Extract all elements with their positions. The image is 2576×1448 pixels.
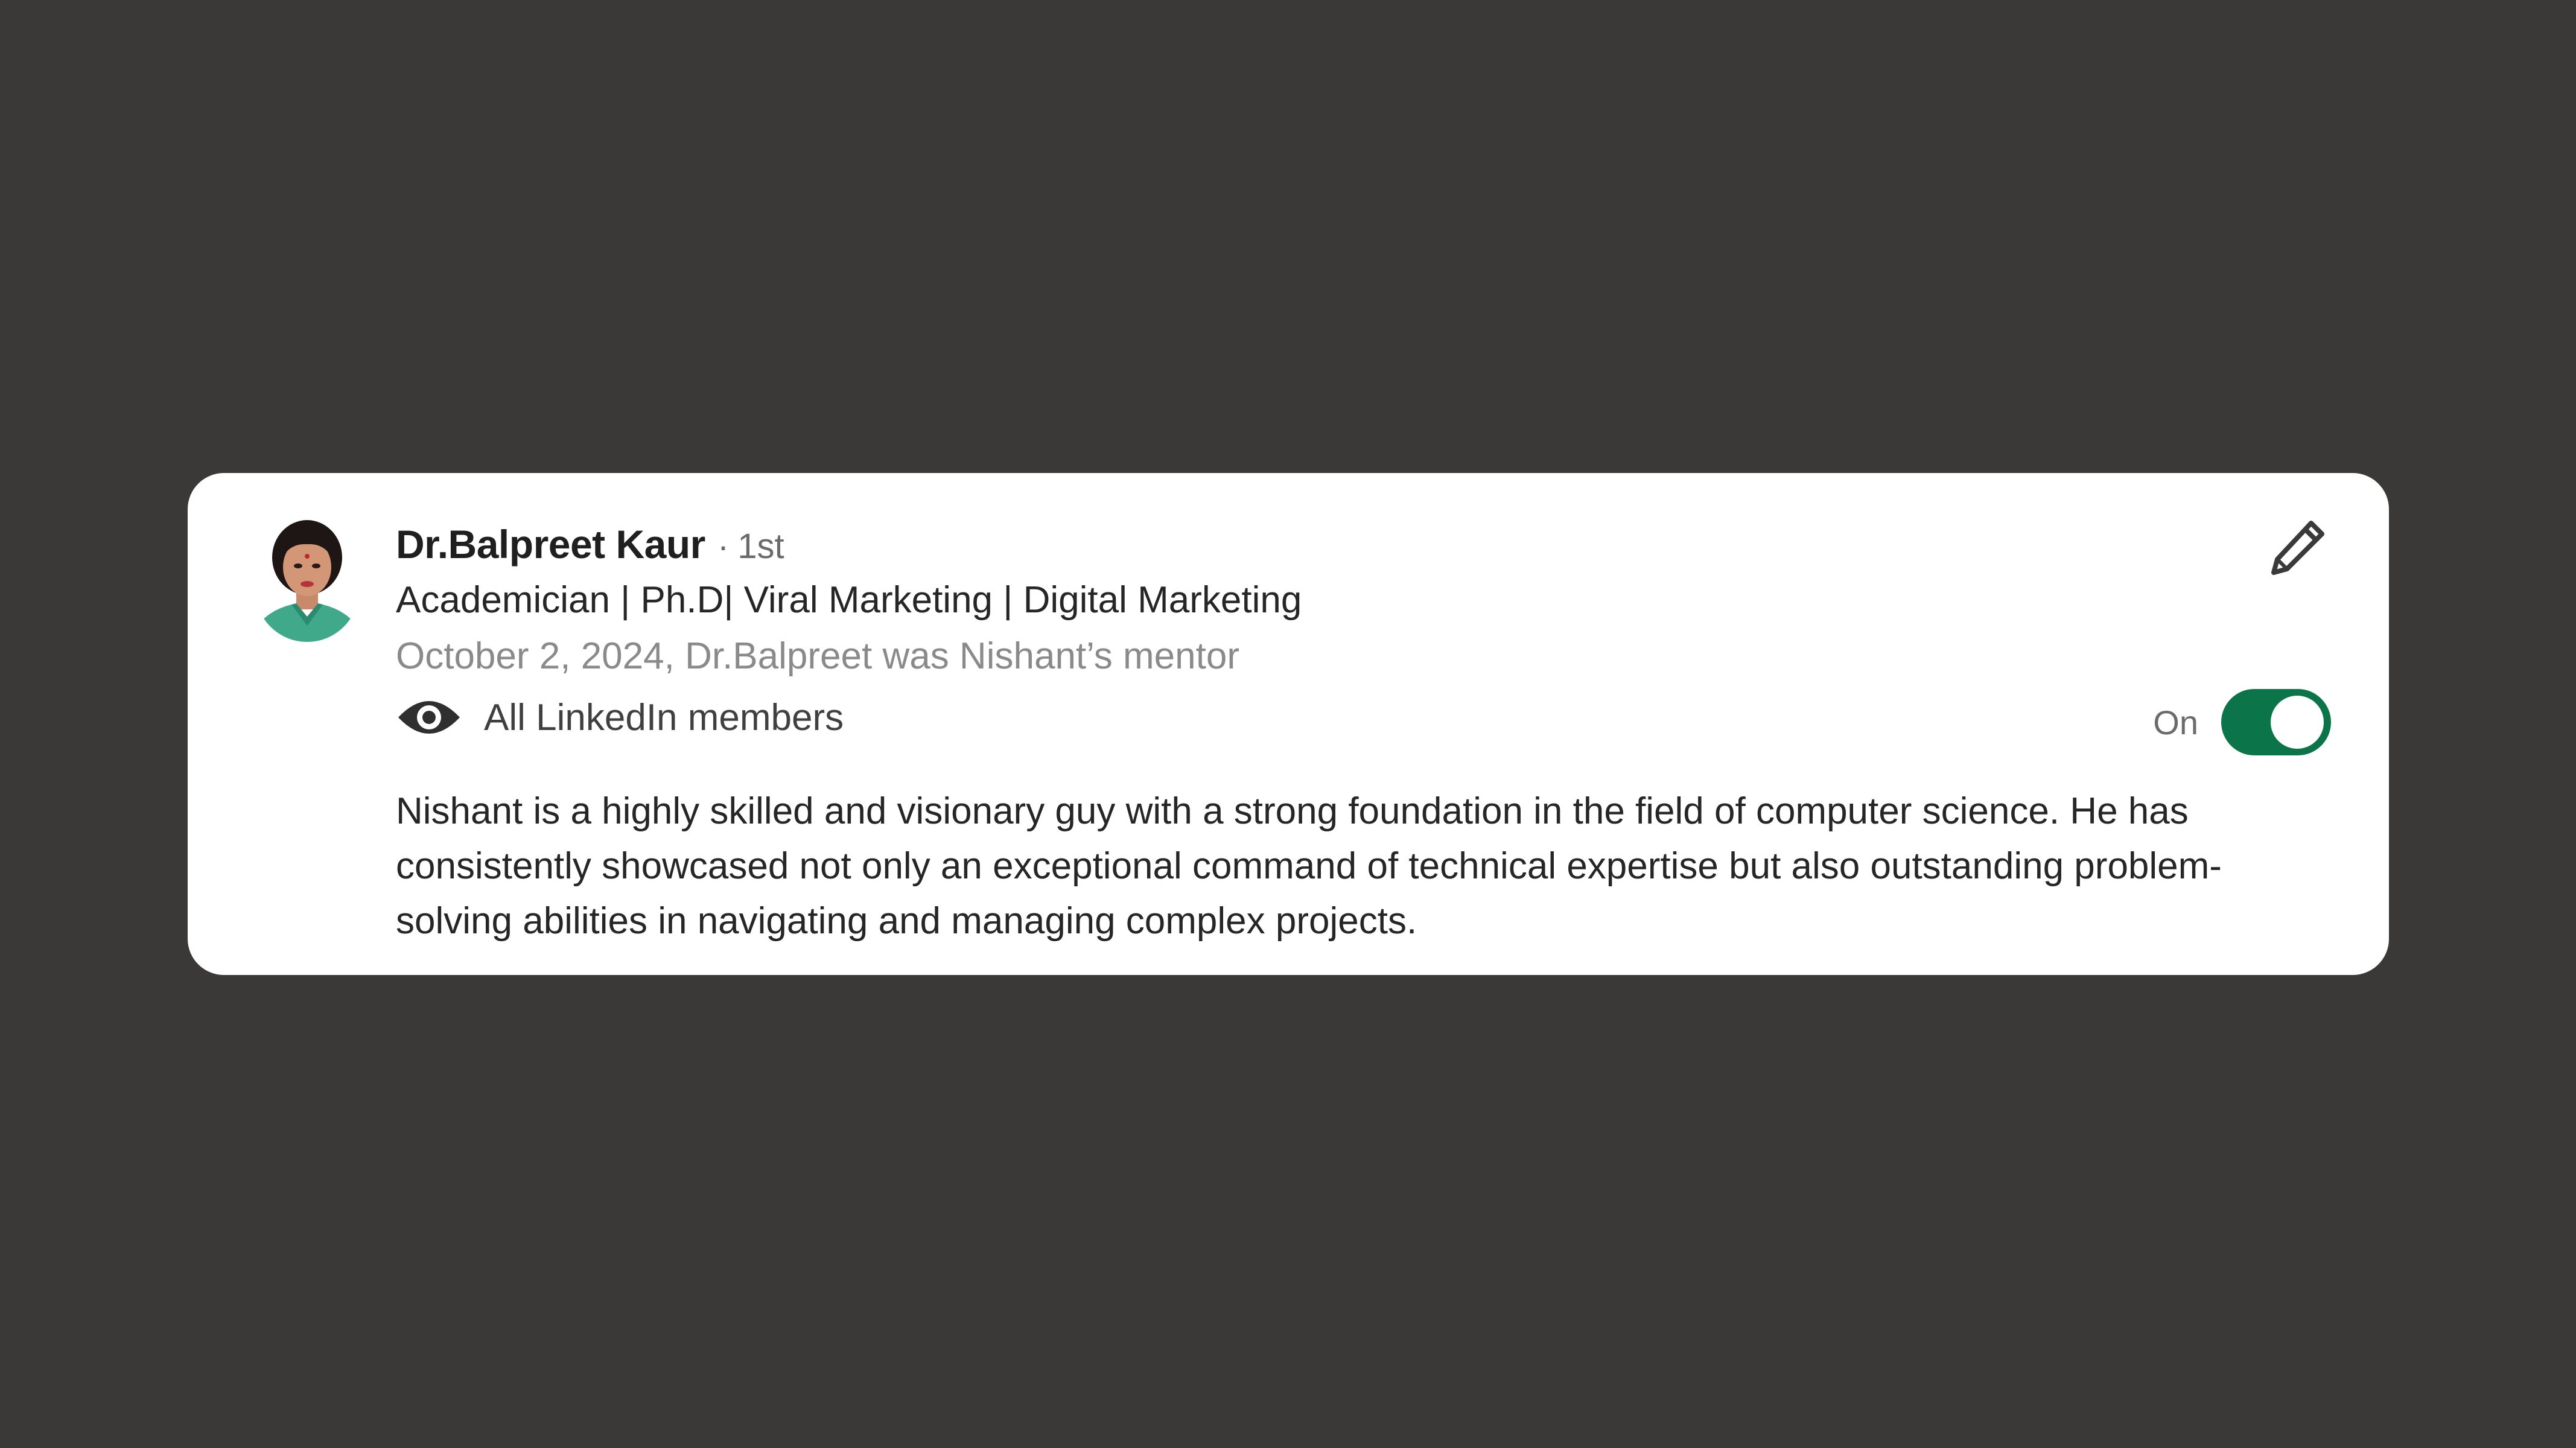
author-headline: Academician | Ph.D| Viral Marketing | Di… [396,579,1302,621]
author-name[interactable]: Dr.Balpreet Kaur [396,521,705,567]
connection-degree: 1st [737,527,784,566]
recommendation-body: Nishant is a highly skilled and visionar… [396,790,2222,942]
visibility-toggle-area: On [2153,689,2331,755]
visibility-toggle[interactable] [2221,689,2331,755]
pencil-icon [2271,521,2324,575]
avatar[interactable] [255,514,359,642]
name-row: Dr.Balpreet Kaur · 1st [396,521,784,576]
recommendation-meta: October 2, 2024, Dr.Balpreet was Nishant… [396,635,1239,677]
eye-icon [398,701,460,734]
visibility-row: All LinkedIn members [396,693,844,741]
separator-dot: · [717,527,730,566]
toggle-knob [2271,696,2324,749]
toggle-label: On [2153,703,2198,741]
edit-button[interactable] [2265,514,2331,580]
visibility-label: All LinkedIn members [484,696,844,738]
avatar-image [255,514,359,642]
recommendation-card: Dr.Balpreet Kaur · 1st Academician | Ph.… [188,473,2389,975]
